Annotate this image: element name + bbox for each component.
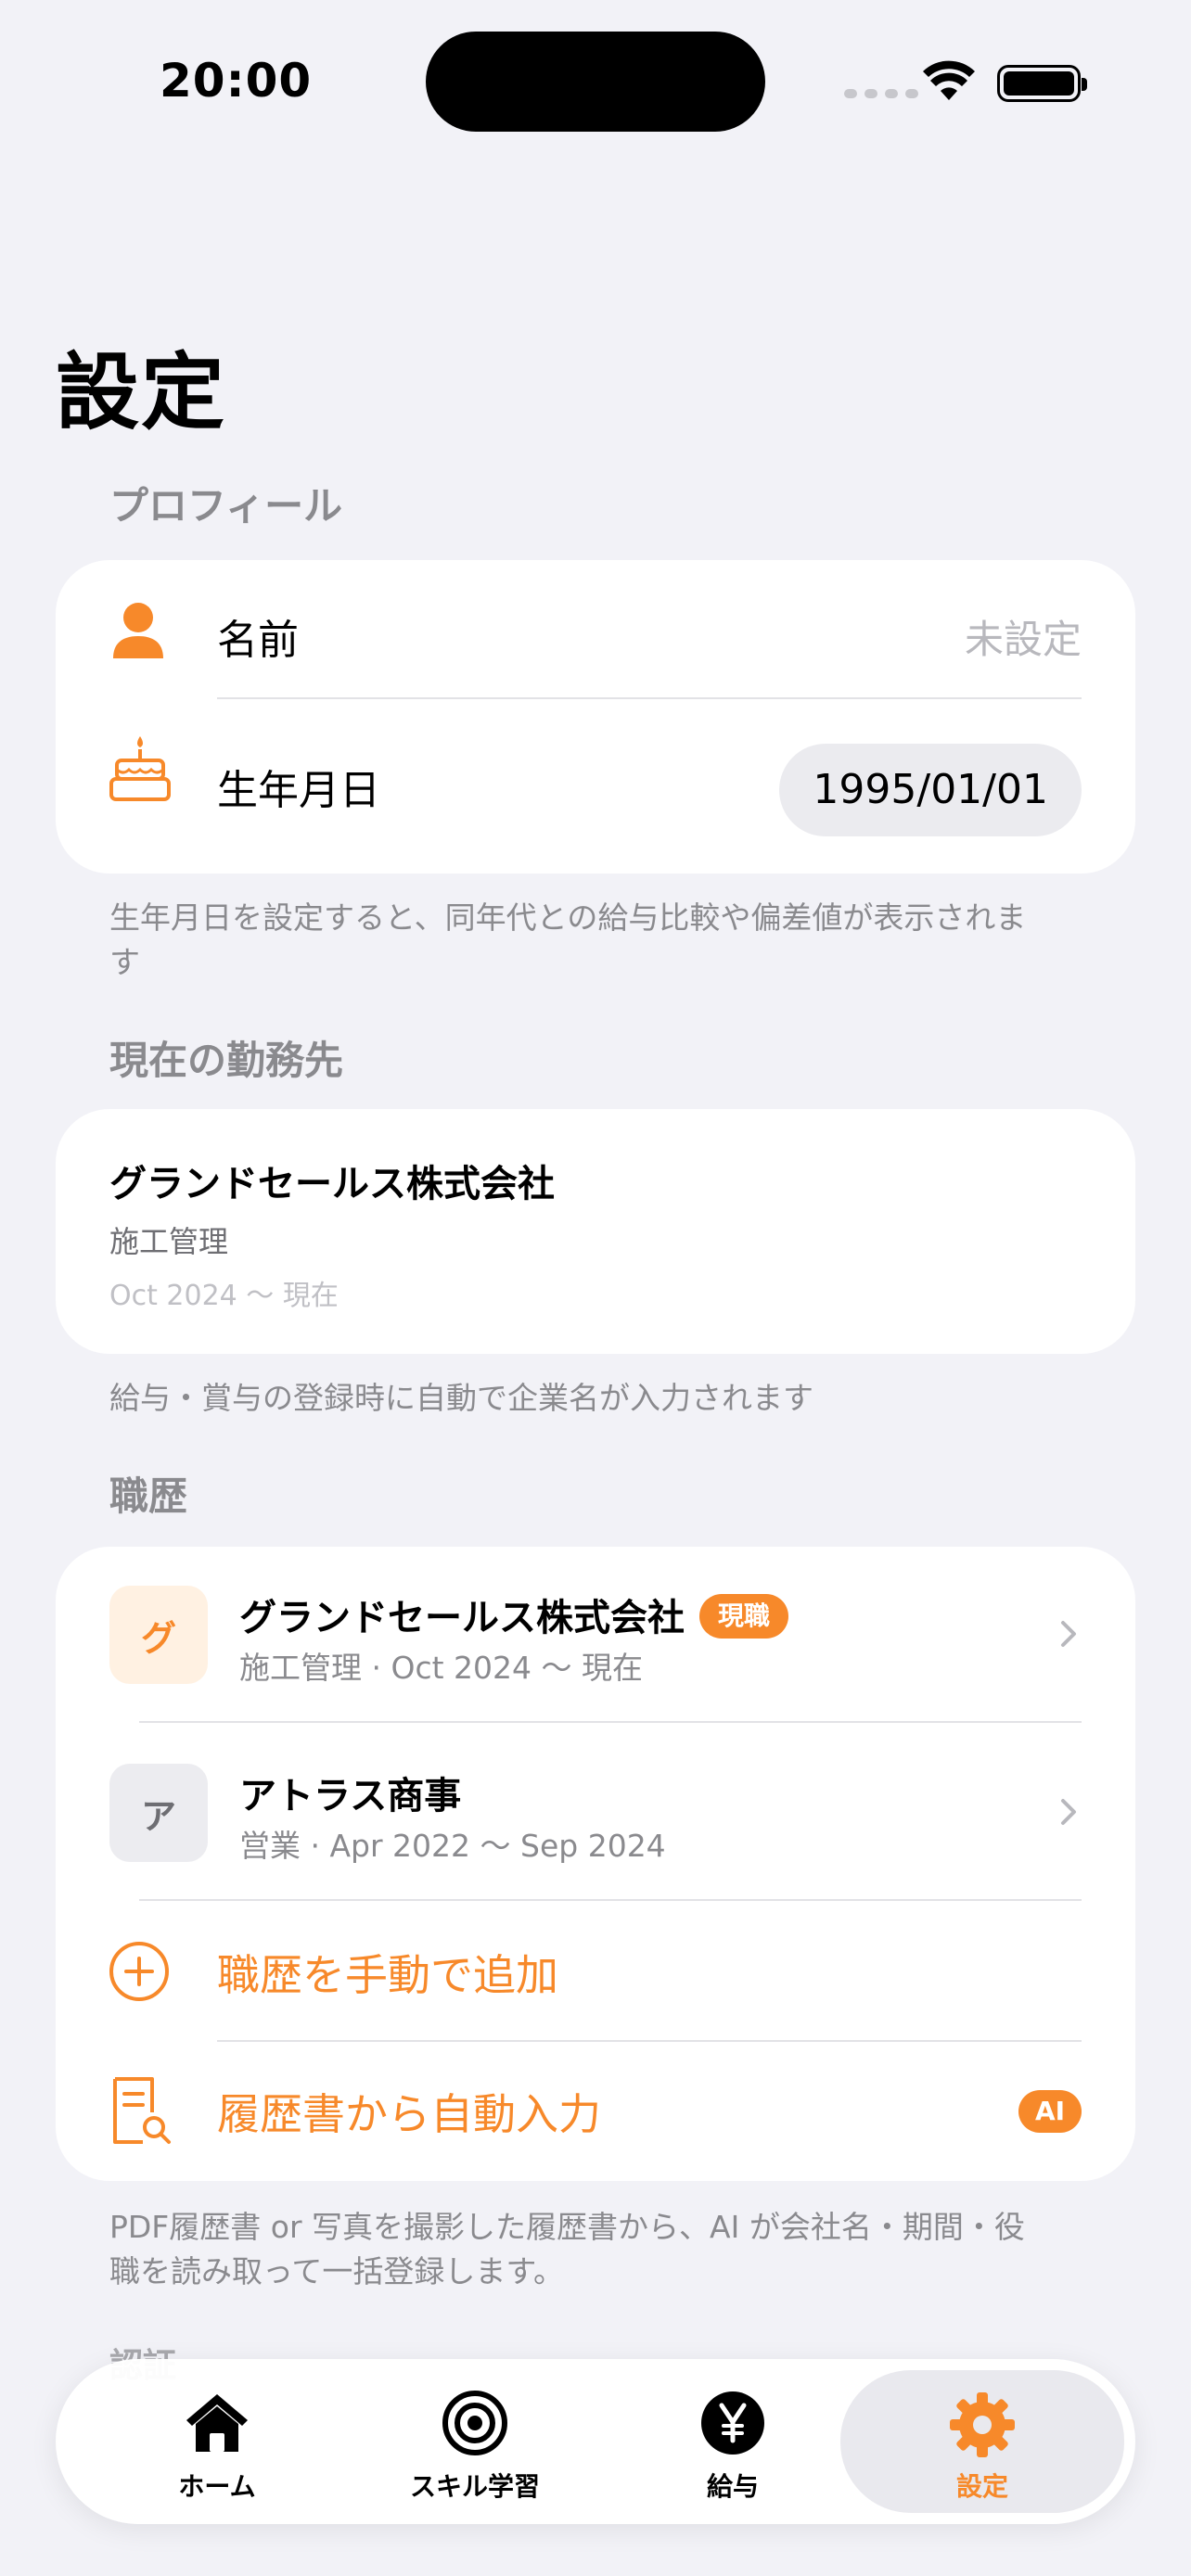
career-company-name: アトラス商事 — [239, 1775, 462, 1817]
birthday-date-picker[interactable]: 1995/01/01 — [779, 744, 1082, 836]
name-row[interactable]: 名前 未設定 — [56, 560, 1135, 716]
name-value: 未設定 — [964, 617, 1082, 662]
company-initial-avatar: グ — [109, 1586, 208, 1684]
career-detail: 営業 · Apr 2022 〜 Sep 2024 — [239, 1828, 666, 1864]
career-card: グ グランドセールス株式会社 現職 施工管理 · Oct 2024 〜 現在 ア … — [56, 1547, 1135, 2181]
house-icon — [186, 2394, 248, 2452]
career-footnote: PDF履歴書 or 写真を撮影した履歴書から、AI が会社名・期間・役職を読み取… — [109, 2209, 1025, 2289]
dynamic-island — [426, 32, 765, 132]
tab-settings-label: 設定 — [955, 2471, 1008, 2502]
career-company-name: グランドセールス株式会社 現職 — [239, 1588, 789, 1641]
ai-badge: AI — [1018, 2090, 1082, 2133]
name-label: 名前 — [217, 617, 299, 664]
current-company-role: 施工管理 — [109, 1224, 229, 1259]
tab-skill-label: スキル学習 — [409, 2471, 540, 2502]
career-item-atlas[interactable]: ア アトラス商事 営業 · Apr 2022 〜 Sep 2024 — [56, 1723, 1135, 1901]
plus-circle-icon — [109, 1942, 169, 2001]
tab-salary-label: 給与 — [706, 2471, 759, 2502]
import-resume-label: 履歴書から自動入力 — [217, 2089, 601, 2139]
tab-settings[interactable]: 設定 — [840, 2370, 1124, 2513]
birthday-label: 生年月日 — [217, 767, 380, 814]
tab-home-label: ホーム — [178, 2471, 256, 2502]
tab-bar: ホーム スキル学習 給与 設定 — [56, 2359, 1135, 2524]
tab-salary[interactable]: 給与 — [603, 2359, 863, 2524]
current-employer-card: グランドセールス株式会社 施工管理 Oct 2024 〜 現在 — [56, 1109, 1135, 1354]
person-icon — [113, 603, 163, 658]
settings-screen: 20:00 設定 プロフィール 名前 未設定 生年月日 1995/01/01 生… — [0, 0, 1191, 2576]
status-time: 20:00 — [160, 54, 313, 108]
add-career-manually-button[interactable]: 職歴を手動で追加 — [56, 1901, 1135, 2042]
wifi-icon — [923, 60, 975, 100]
current-company-name: グランドセールス株式会社 — [109, 1163, 555, 1205]
page-title: 設定 — [56, 344, 226, 441]
current-company-period: Oct 2024 〜 現在 — [109, 1280, 339, 1312]
add-career-label: 職歴を手動で追加 — [217, 1950, 558, 2000]
career-item-grand-sales[interactable]: グ グランドセールス株式会社 現職 施工管理 · Oct 2024 〜 現在 — [56, 1547, 1135, 1723]
birthday-row: 生年月日 1995/01/01 — [56, 699, 1135, 874]
gear-icon — [950, 2392, 1015, 2457]
yen-icon — [701, 2391, 764, 2455]
profile-section-header: プロフィール — [109, 483, 343, 529]
career-detail: 施工管理 · Oct 2024 〜 現在 — [239, 1650, 643, 1686]
tab-home[interactable]: ホーム — [87, 2359, 347, 2524]
career-company-text: グランドセールス株式会社 — [239, 1597, 685, 1639]
document-search-icon — [113, 2077, 171, 2144]
company-initial-avatar: ア — [109, 1764, 208, 1862]
profile-footnote: 生年月日を設定すると、同年代との給与比較や偏差値が表示されます — [109, 899, 1027, 980]
tab-skill-learning[interactable]: スキル学習 — [345, 2359, 605, 2524]
cake-icon — [109, 736, 171, 801]
profile-card: 名前 未設定 生年月日 1995/01/01 — [56, 560, 1135, 874]
target-icon — [442, 2391, 507, 2455]
battery-icon — [997, 65, 1087, 102]
chevron-right-icon — [1061, 1799, 1076, 1825]
cellular-signal-icon — [844, 89, 918, 98]
chevron-right-icon — [1061, 1621, 1076, 1647]
career-section-header: 職歴 — [109, 1473, 188, 1519]
current-job-badge: 現職 — [699, 1594, 789, 1639]
current-employer-footnote: 給与・賞与の登録時に自動で企業名が入力されます — [109, 1380, 813, 1416]
import-from-resume-button[interactable]: 履歴書から自動入力 AI — [56, 2042, 1135, 2181]
current-employer-section-header: 現在の勤務先 — [109, 1038, 344, 1083]
